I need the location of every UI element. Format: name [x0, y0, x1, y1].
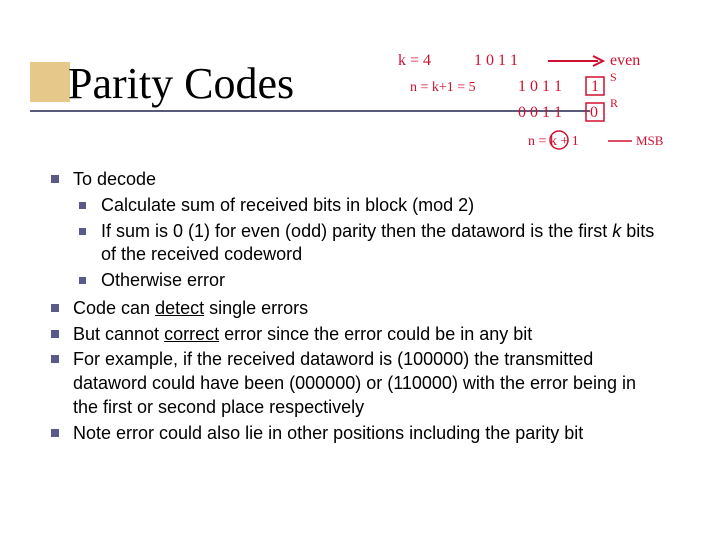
bullet-text: For example, if the received dataword is… [73, 349, 636, 417]
bullet-square-icon [79, 277, 86, 284]
slide-body: To decode Calculate sum of received bits … [45, 168, 665, 447]
anno-n2: n = k + 1 [528, 134, 579, 149]
bullet-square-icon [51, 175, 59, 183]
anno-sup-r: R [610, 96, 618, 110]
sub-bullet-item: Otherwise error [73, 269, 665, 293]
bullet-text: To decode [73, 169, 156, 189]
bullet-text: Note error could also lie in other posit… [73, 423, 583, 443]
anno-circle [550, 131, 568, 149]
anno-msb: MSB [636, 133, 664, 148]
bullet-square-icon [51, 429, 59, 437]
bullet-item: But cannot correct error since the error… [45, 323, 665, 347]
bullet-square-icon [79, 228, 86, 235]
sub-bullet-list: Calculate sum of received bits in block … [73, 194, 665, 293]
bullet-item: Code can detect single errors [45, 297, 665, 321]
anno-box-s-val: 1 [591, 78, 599, 95]
sub-bullet-text: Otherwise error [101, 270, 225, 290]
anno-even: even [610, 52, 640, 69]
slide-title-block: Parity Codes [30, 62, 590, 112]
bullet-square-icon [79, 202, 86, 209]
anno-arrowhead [593, 56, 603, 66]
bullet-text: Code can detect single errors [73, 298, 308, 318]
sub-bullet-text: Calculate sum of received bits in block … [101, 195, 474, 215]
bullet-list: To decode Calculate sum of received bits … [45, 168, 665, 445]
anno-box-r-val: 0 [590, 104, 598, 121]
anno-sup-s: S [610, 70, 617, 84]
bullet-item: Note error could also lie in other posit… [45, 422, 665, 446]
bullet-item: To decode Calculate sum of received bits … [45, 168, 665, 293]
bullet-square-icon [51, 304, 59, 312]
bullet-square-icon [51, 355, 59, 363]
slide-title: Parity Codes [30, 62, 590, 106]
title-underline [30, 110, 590, 112]
bullet-text: But cannot correct error since the error… [73, 324, 532, 344]
bullet-square-icon [51, 330, 59, 338]
bullet-item: For example, if the received dataword is… [45, 348, 665, 419]
sub-bullet-text: If sum is 0 (1) for even (odd) parity th… [101, 221, 654, 265]
sub-bullet-item: If sum is 0 (1) for even (odd) parity th… [73, 220, 665, 268]
sub-bullet-item: Calculate sum of received bits in block … [73, 194, 665, 218]
